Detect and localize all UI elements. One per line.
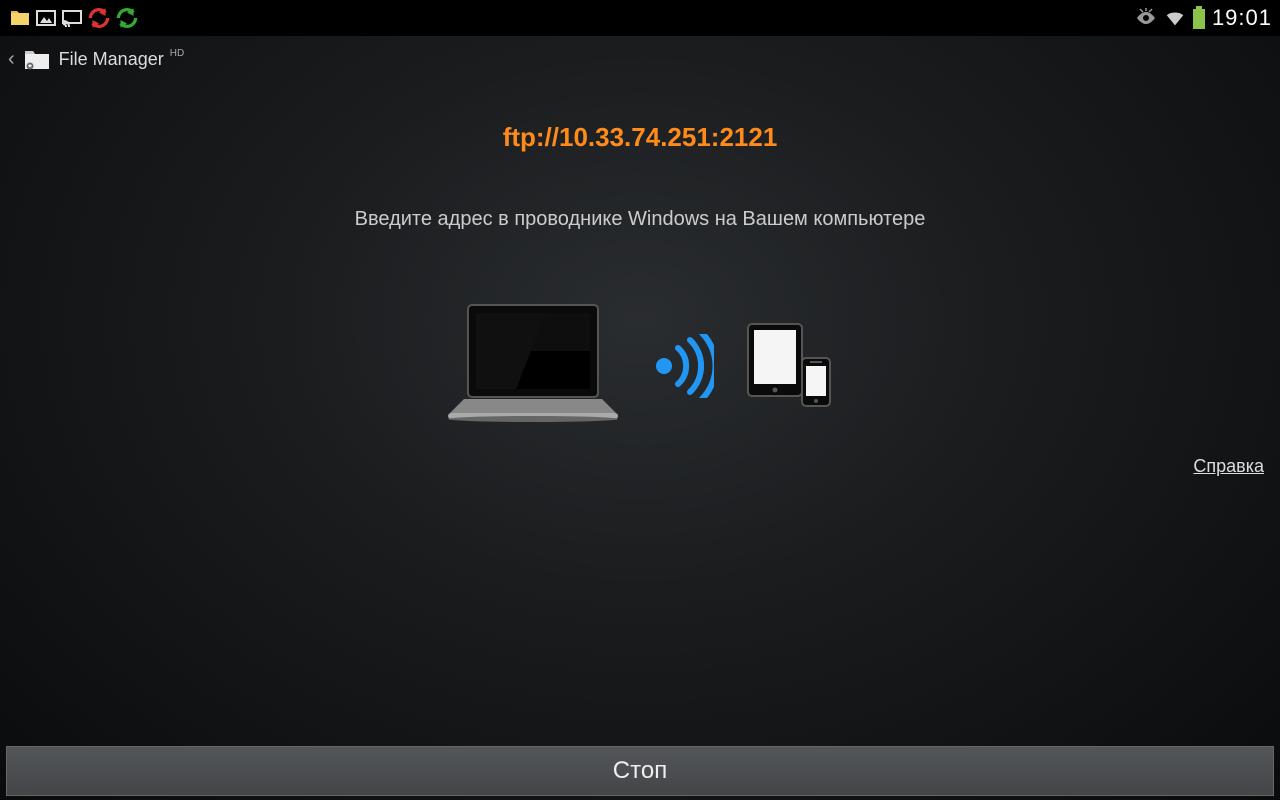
laptop-icon xyxy=(446,301,620,431)
battery-icon xyxy=(1192,6,1206,30)
wifi-signal-icon xyxy=(650,334,714,398)
eye-icon xyxy=(1134,6,1158,30)
wifi-status-icon xyxy=(1164,7,1186,29)
status-left xyxy=(8,5,140,31)
app-bar[interactable]: ‹ File Manager HD xyxy=(0,36,1280,82)
app-title: File Manager xyxy=(59,49,164,70)
app-folder-icon xyxy=(23,47,51,71)
clock-time: 19:01 xyxy=(1212,5,1272,31)
app-title-wrap: File Manager HD xyxy=(59,49,185,70)
instruction-text: Введите адрес в проводнике Windows на Ва… xyxy=(355,208,926,231)
folder-notification-icon xyxy=(8,6,32,30)
app-hd-badge: HD xyxy=(170,48,184,59)
stop-button[interactable]: Стоп xyxy=(6,746,1274,796)
sync-green-icon xyxy=(114,5,140,31)
mobile-devices-icon xyxy=(744,316,834,416)
back-chevron-icon[interactable]: ‹ xyxy=(8,48,15,71)
main-content: ftp://10.33.74.251:2121 Введите адрес в … xyxy=(0,82,1280,431)
help-link[interactable]: Справка xyxy=(1193,456,1264,477)
devices-illustration xyxy=(446,301,834,431)
sync-red-icon xyxy=(86,5,112,31)
status-bar: 19:01 xyxy=(0,0,1280,36)
status-right: 19:01 xyxy=(1134,5,1272,31)
cast-notification-icon xyxy=(60,6,84,30)
image-notification-icon xyxy=(34,6,58,30)
ftp-address: ftp://10.33.74.251:2121 xyxy=(503,122,778,153)
